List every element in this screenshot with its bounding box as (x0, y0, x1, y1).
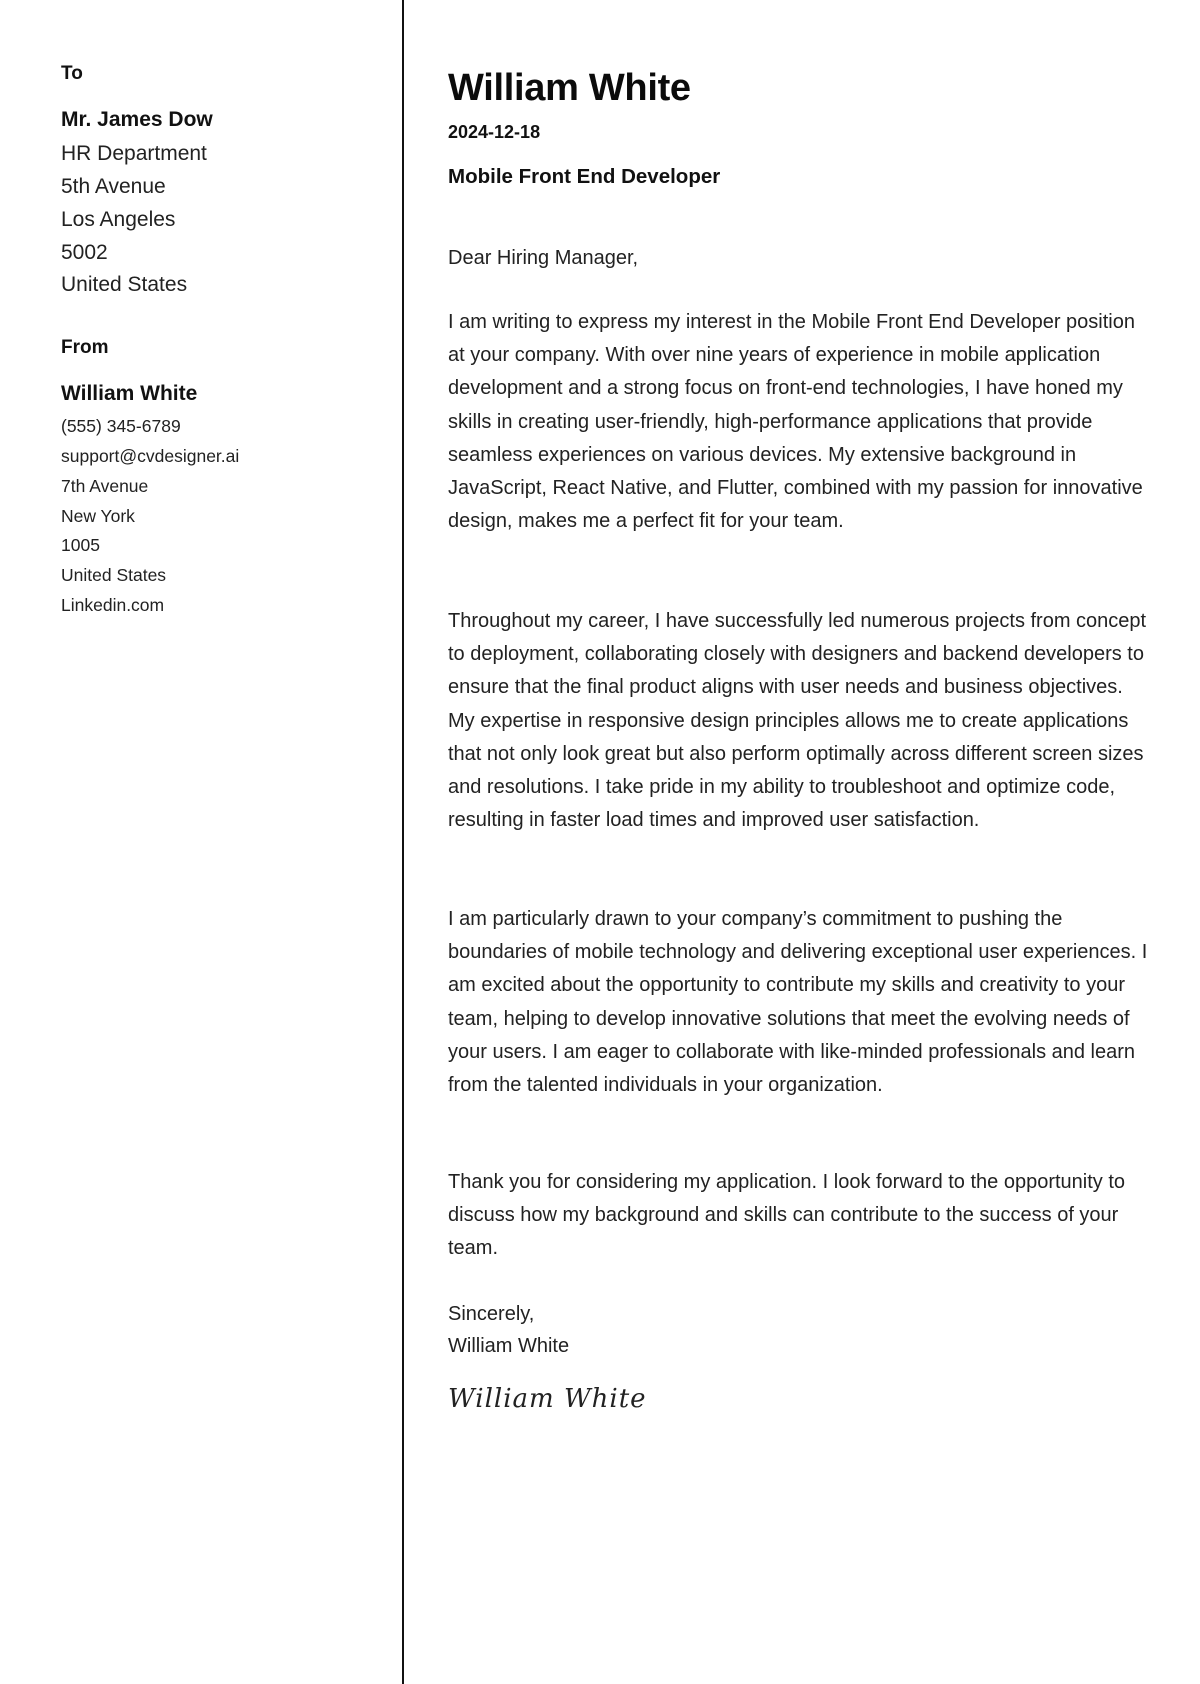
sender-label: From (61, 337, 109, 358)
column-divider (402, 0, 404, 1684)
body-paragraph: I am writing to express my interest in t… (448, 311, 1143, 533)
body-paragraph: Thank you for considering my application… (448, 1171, 1126, 1260)
recipient-zip: 5002 (61, 241, 108, 264)
body-paragraph: Throughout my career, I have successfull… (448, 610, 1147, 832)
closing: Sincerely, (448, 1303, 535, 1325)
recipient-city: Los Angeles (61, 208, 176, 231)
closing-name: William White (448, 1335, 570, 1357)
sender-phone[interactable]: (555) 345-6789 (61, 416, 181, 437)
body-paragraph: I am particularly drawn to your company’… (448, 908, 1148, 1097)
author-name: William White (448, 67, 691, 109)
recipient-department: HR Department (61, 142, 207, 165)
sender-email[interactable]: support@cvdesigner.ai (61, 446, 239, 467)
sender-country: United States (61, 565, 167, 585)
sender-city: New York (61, 506, 135, 526)
recipient-label: To (61, 63, 83, 84)
letter-date: 2024-12-18 (448, 122, 541, 142)
signature: William White (448, 1384, 647, 1414)
recipient-street: 5th Avenue (61, 175, 166, 198)
sender-website-link[interactable]: Linkedin.com (61, 595, 164, 616)
sender-street: 7th Avenue (61, 476, 149, 496)
job-title: Mobile Front End Developer (448, 165, 721, 188)
sender-name: William White (61, 382, 198, 405)
salutation: Dear Hiring Manager, (448, 247, 639, 269)
recipient-name: Mr. James Dow (61, 108, 213, 131)
recipient-country: United States (61, 273, 188, 296)
sender-zip: 1005 (61, 535, 100, 555)
